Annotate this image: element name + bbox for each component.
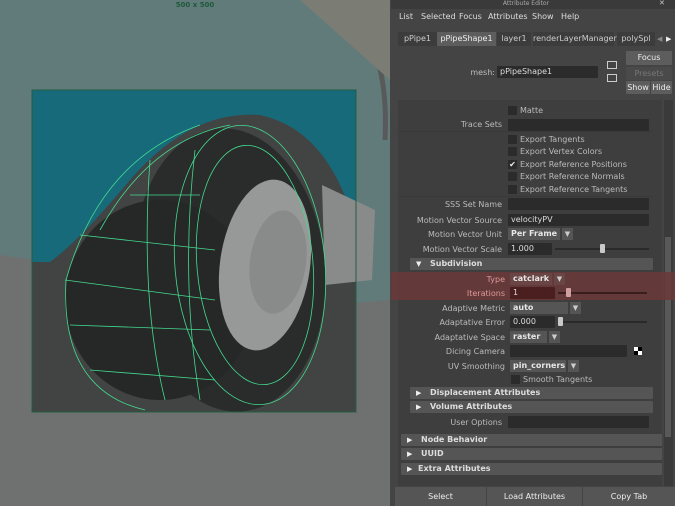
load-attributes-button[interactable]: Load Attributes (487, 487, 582, 506)
motion-vector-source-label: Motion Vector Source (416, 216, 502, 225)
type-dropdown[interactable]: catclark (510, 273, 552, 285)
trace-sets-label: Trace Sets (460, 120, 502, 129)
slider-handle[interactable] (600, 244, 605, 253)
menu-attributes[interactable]: Attributes (488, 12, 528, 21)
viewport-render (0, 0, 390, 506)
tab-polyspl[interactable]: polySpl (617, 32, 655, 46)
output-connection-icon[interactable] (607, 74, 617, 82)
section-displacement-attributes[interactable]: ▶ Displacement Attributes (410, 387, 653, 399)
adaptative-space-label: Adaptative Space (434, 333, 505, 342)
tab-scroll-left-icon[interactable]: ◀ (657, 35, 662, 43)
copy-tab-button[interactable]: Copy Tab (583, 487, 675, 506)
resolution-gate-label: 500 x 500 (175, 1, 215, 9)
smooth-tangents-checkbox[interactable] (511, 375, 520, 384)
chevron-down-icon[interactable]: ▼ (568, 360, 579, 372)
checker-icon[interactable] (634, 347, 642, 355)
iterations-input[interactable]: 1 (510, 287, 555, 299)
chevron-down-icon[interactable]: ▼ (554, 273, 565, 285)
tab-renderlayermanager[interactable]: renderLayerManager (533, 32, 617, 46)
adaptative-space-dropdown[interactable]: raster (510, 331, 547, 343)
motion-vector-source-input[interactable]: velocityPV (508, 214, 649, 226)
dicing-camera-input[interactable] (510, 345, 627, 357)
matte-label: Matte (520, 106, 543, 115)
attribute-editor: Attribute Editor ✕ List Selected Focus A… (391, 0, 675, 506)
sss-set-name-label: SSS Set Name (444, 200, 502, 209)
show-button[interactable]: Show (626, 81, 650, 94)
title-bar[interactable]: Attribute Editor ✕ (391, 0, 675, 9)
adaptative-error-label: Adaptative Error (439, 318, 506, 327)
adaptative-error-input[interactable]: 0.000 (510, 316, 555, 328)
section-subdivision[interactable]: ▼ Subdivision (410, 258, 653, 270)
section-volume-attributes[interactable]: ▶ Volume Attributes (410, 401, 653, 413)
menu-list[interactable]: List (399, 12, 413, 21)
select-button[interactable]: Select (395, 487, 486, 506)
export-reference-tangents-label: Export Reference Tangents (520, 185, 628, 194)
mesh-label: mesh: (470, 68, 495, 77)
export-tangents-label: Export Tangents (520, 135, 585, 144)
smooth-tangents-label: Smooth Tangents (523, 375, 593, 384)
input-connection-icon[interactable] (607, 61, 617, 69)
chevron-down-icon[interactable]: ▼ (549, 331, 560, 343)
focus-button[interactable]: Focus (626, 51, 672, 65)
slider-handle[interactable] (558, 317, 563, 326)
hide-button[interactable]: Hide (651, 81, 672, 94)
user-options-label: User Options (450, 418, 502, 427)
tab-ppipeshape1[interactable]: pPipeShape1 (437, 32, 496, 46)
dicing-camera-label: Dicing Camera (445, 347, 505, 356)
export-reference-normals-label: Export Reference Normals (520, 172, 625, 181)
export-reference-positions-checkbox[interactable]: ✔ (508, 160, 517, 169)
matte-checkbox[interactable] (508, 106, 517, 115)
adaptive-metric-label: Adaptive Metric (442, 304, 505, 313)
trace-sets-input[interactable] (508, 119, 649, 131)
type-label: Type (486, 275, 505, 284)
motion-vector-scale-input[interactable]: 1.000 (508, 243, 552, 255)
iterations-slider[interactable] (558, 292, 647, 294)
adaptative-error-slider[interactable] (558, 321, 647, 323)
slider-handle[interactable] (566, 288, 571, 297)
menu-focus[interactable]: Focus (459, 12, 482, 21)
chevron-down-icon[interactable]: ▼ (570, 302, 581, 314)
window-title: Attribute Editor (502, 0, 550, 7)
menu-help[interactable]: Help (561, 12, 579, 21)
user-options-input[interactable] (508, 416, 649, 428)
adaptive-metric-dropdown[interactable]: auto (510, 302, 568, 314)
presets-button[interactable]: Presets (626, 67, 672, 80)
section-node-behavior[interactable]: ▶ Node Behavior (401, 434, 662, 446)
uv-smoothing-dropdown[interactable]: pin_corners (510, 360, 566, 372)
mesh-name-input[interactable]: pPipeShape1 (497, 66, 598, 78)
motion-vector-unit-dropdown[interactable]: Per Frame (508, 228, 560, 240)
motion-vector-scale-label: Motion Vector Scale (422, 245, 502, 254)
export-vertex-colors-label: Export Vertex Colors (520, 147, 603, 156)
iterations-label: Iterations (466, 289, 505, 298)
motion-vector-unit-label: Motion Vector Unit (428, 230, 502, 239)
close-icon[interactable]: ✕ (659, 0, 665, 7)
section-extra-attributes[interactable]: ▶ Extra Attributes (401, 463, 662, 475)
export-reference-normals-checkbox[interactable] (508, 172, 517, 181)
section-uuid[interactable]: ▶ UUID (401, 448, 662, 460)
viewport[interactable]: 500 x 500 (0, 0, 390, 506)
export-reference-tangents-checkbox[interactable] (508, 185, 517, 194)
sss-set-name-input[interactable] (508, 198, 649, 210)
menu-show[interactable]: Show (532, 12, 554, 21)
chevron-down-icon[interactable]: ▼ (562, 228, 573, 240)
tab-ppipe1[interactable]: pPipe1 (398, 32, 437, 46)
menu-selected[interactable]: Selected (421, 12, 456, 21)
export-vertex-colors-checkbox[interactable] (508, 147, 517, 156)
tab-scroll-right-icon[interactable]: ▶ (666, 35, 671, 43)
uv-smoothing-label: UV Smoothing (447, 362, 505, 371)
export-reference-positions-label: Export Reference Positions (520, 160, 627, 169)
export-tangents-checkbox[interactable] (508, 135, 517, 144)
tab-layer1[interactable]: layer1 (497, 32, 531, 46)
